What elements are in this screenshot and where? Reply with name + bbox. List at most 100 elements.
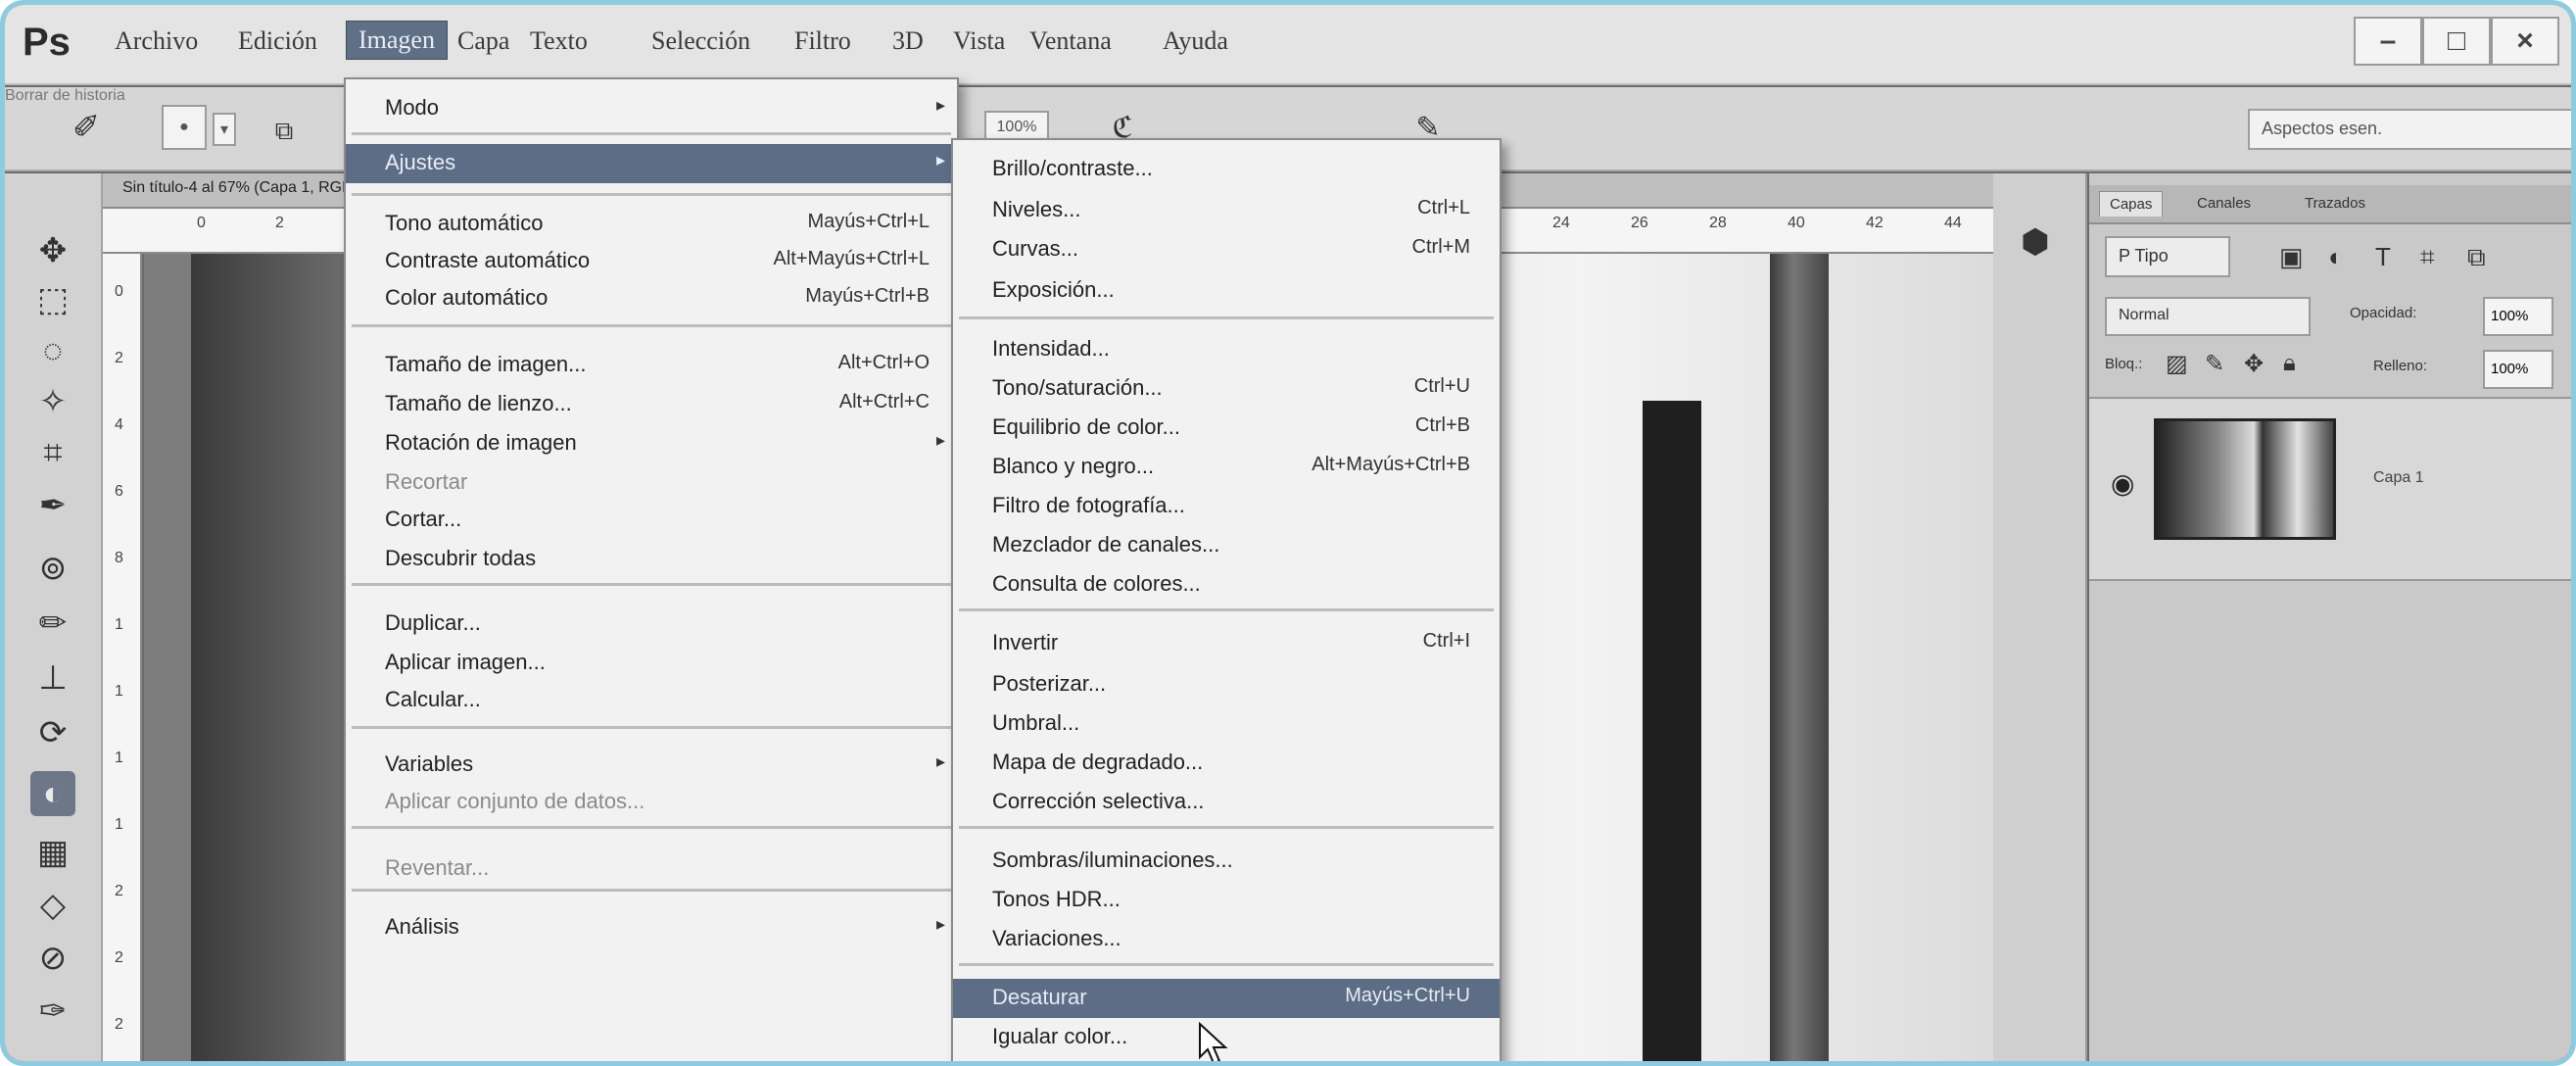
ajustes-menu-item[interactable]: Tono/saturación... Ctrl+U — [953, 369, 1500, 409]
menu-3d[interactable]: 3D — [892, 26, 924, 56]
gradient-tool-icon[interactable]: ▦ — [30, 830, 75, 875]
eraser-tool-icon[interactable]: ◐ — [30, 771, 75, 816]
maximize-button[interactable]: □ — [2422, 17, 2491, 66]
imagen-menu-item[interactable]: Contraste automático Alt+Mayús+Ctrl+L — [346, 242, 957, 281]
imagen-menu-item[interactable]: Tono automático Mayús+Ctrl+L — [346, 205, 957, 244]
ajustes-menu-item[interactable]: Brillo/contraste... — [953, 150, 1500, 189]
ajustes-menu-item[interactable]: Niveles... Ctrl+L — [953, 191, 1500, 230]
ruler-number: 2 — [115, 949, 123, 966]
move-tool-icon[interactable]: ✥ — [30, 228, 75, 273]
workspace-selector[interactable]: Aspectos esen. — [2248, 109, 2571, 150]
ajustes-menu-item[interactable]: Equilibrio de color... Ctrl+B — [953, 409, 1500, 448]
layer-filter-select[interactable]: P Tipo — [2105, 236, 2230, 277]
menu-texto[interactable]: Texto — [530, 26, 588, 56]
ajustes-menu-item[interactable]: Sombras/iluminaciones... — [953, 842, 1500, 881]
ajustes-menu-item[interactable]: Invertir Ctrl+I — [953, 624, 1500, 663]
brush-tool-icon[interactable]: ✏ — [30, 601, 75, 646]
close-button[interactable]: × — [2491, 17, 2559, 66]
ruler-vertical: 0 2 4 6 8 1 1 1 1 2 2 2 — [103, 254, 142, 1061]
ajustes-menu-item[interactable]: Filtro de fotografía... — [953, 487, 1500, 526]
menu-ventana[interactable]: Ventana — [1029, 26, 1112, 56]
brush-panel-icon[interactable]: ⧉ — [262, 109, 307, 154]
imagen-menu-item[interactable]: Tamaño de lienzo... Alt+Ctrl+C — [346, 385, 957, 424]
lock-pixels-icon[interactable]: ✎ — [2205, 350, 2224, 378]
layers-panel: Capas Canales Trazados P Tipo ▣ ◐ T ⌗ ⧉ … — [2089, 173, 2571, 1061]
imagen-menu-item[interactable]: Descubrir todas — [346, 540, 957, 579]
imagen-menu-item[interactable]: Color automático Mayús+Ctrl+B — [346, 279, 957, 318]
imagen-menu-item[interactable]: Reventar... — [346, 849, 957, 889]
tab-paths[interactable]: Trazados — [2295, 191, 2375, 216]
image-filter-icon[interactable]: ▣ — [2279, 242, 2304, 272]
menu-edici-n[interactable]: Edición — [238, 26, 317, 56]
ajustes-menu-item[interactable]: Posterizar... — [953, 665, 1500, 704]
shape-filter-icon[interactable]: ⌗ — [2420, 242, 2435, 273]
menu-selecci-n[interactable]: Selección — [651, 26, 750, 56]
pen-tool-icon[interactable]: ✑ — [30, 989, 75, 1034]
opacity-input[interactable]: 100% — [2483, 297, 2553, 336]
ajustes-menu-item[interactable]: Mezclador de canales... — [953, 526, 1500, 565]
imagen-menu-item[interactable]: Tamaño de imagen... Alt+Ctrl+O — [346, 346, 957, 385]
imagen-menu-item[interactable]: Aplicar conjunto de datos... — [346, 783, 957, 822]
menu-imagen[interactable]: Imagen — [346, 21, 448, 60]
dodge-tool-icon[interactable]: ⊘ — [30, 936, 75, 981]
adjustment-filter-icon[interactable]: ◐ — [2328, 242, 2344, 272]
ajustes-menu-item[interactable]: Exposición... — [953, 271, 1500, 311]
eyedropper-icon[interactable]: ✒ — [30, 483, 75, 528]
crop-tool-icon[interactable]: ⌗ — [30, 430, 75, 475]
tab-channels[interactable]: Canales — [2187, 191, 2261, 216]
menu-item-label: Calcular... — [385, 687, 481, 711]
fill-input[interactable]: 100% — [2483, 350, 2553, 389]
ajustes-menu-item[interactable]: Desaturar Mayús+Ctrl+U — [953, 979, 1500, 1018]
quick-selection-icon[interactable]: ✧ — [30, 379, 75, 424]
ajustes-menu-item[interactable]: Mapa de degradado... — [953, 744, 1500, 783]
brush-dropdown[interactable]: ▾ — [213, 113, 236, 146]
ajustes-menu-item[interactable]: Curvas... Ctrl+M — [953, 230, 1500, 269]
blend-mode-select[interactable]: Normal — [2105, 297, 2311, 336]
imagen-menu-item[interactable]: Calcular... — [346, 681, 957, 720]
menu-capa[interactable]: Capa — [457, 26, 509, 56]
menu-item-label: Filtro de fotografía... — [992, 493, 1185, 517]
imagen-menu-item[interactable]: Duplicar... — [346, 605, 957, 644]
ajustes-menu-item[interactable]: Umbral... — [953, 704, 1500, 744]
eraser-tool-preset-icon[interactable]: ✐ — [64, 105, 109, 150]
imagen-menu-item[interactable]: Variables ▸ — [346, 746, 957, 785]
imagen-menu-item[interactable]: Cortar... — [346, 501, 957, 540]
lasso-tool-icon[interactable]: ◌ — [30, 328, 75, 373]
marquee-tool-icon[interactable]: ⬚ — [30, 277, 75, 322]
ajustes-menu-item[interactable]: Consulta de colores... — [953, 565, 1500, 605]
tab-layers[interactable]: Capas — [2099, 191, 2164, 217]
ruler-number: 8 — [115, 550, 123, 566]
imagen-menu-item[interactable]: Aplicar imagen... — [346, 644, 957, 683]
ajustes-menu-item[interactable]: Intensidad... — [953, 330, 1500, 369]
history-brush-icon[interactable]: ⟳ — [30, 710, 75, 755]
ajustes-menu-item[interactable]: Corrección selectiva... — [953, 783, 1500, 822]
layer-row[interactable]: ◉ Capa 1 — [2089, 397, 2571, 581]
ajustes-menu-item[interactable]: Blanco y negro... Alt+Mayús+Ctrl+B — [953, 448, 1500, 487]
minimize-button[interactable]: – — [2354, 17, 2422, 66]
menu-archivo[interactable]: Archivo — [115, 26, 198, 56]
type-filter-icon[interactable]: T — [2375, 242, 2391, 272]
smart-object-filter-icon[interactable]: ⧉ — [2467, 242, 2486, 273]
ajustes-menu-item[interactable]: Tonos HDR... — [953, 881, 1500, 920]
lock-all-icon[interactable]: 🔒︎ — [2283, 350, 2296, 377]
lock-transparency-icon[interactable]: ▨ — [2166, 350, 2188, 378]
menu-vista[interactable]: Vista — [953, 26, 1005, 56]
imagen-menu-item[interactable]: Análisis ▸ — [346, 908, 957, 947]
ajustes-menu-item[interactable]: Variaciones... — [953, 920, 1500, 959]
imagen-menu-item[interactable]: Recortar — [346, 463, 957, 503]
imagen-menu-item[interactable]: Ajustes ▸ — [346, 144, 957, 183]
clone-stamp-icon[interactable]: ⊥ — [30, 655, 75, 701]
brush-size-picker[interactable]: ● — [162, 105, 207, 150]
menu-filtro[interactable]: Filtro — [794, 26, 851, 56]
layer-name[interactable]: Capa 1 — [2373, 469, 2424, 487]
3d-panel-icon[interactable]: ⬢ — [2021, 222, 2060, 262]
imagen-menu-item[interactable]: Rotación de imagen ▸ — [346, 424, 957, 463]
imagen-menu-item[interactable]: Modo ▸ — [346, 89, 957, 128]
healing-brush-icon[interactable]: ⊚ — [30, 546, 75, 591]
ruler-number: 0 — [115, 283, 123, 300]
menu-ayuda[interactable]: Ayuda — [1163, 26, 1228, 56]
blur-tool-icon[interactable]: ◇ — [30, 883, 75, 928]
lock-position-icon[interactable]: ✥ — [2244, 350, 2264, 378]
visibility-eye-icon[interactable]: ◉ — [2111, 467, 2134, 500]
menu-item-shortcut: Mayús+Ctrl+U — [1345, 985, 1470, 1006]
